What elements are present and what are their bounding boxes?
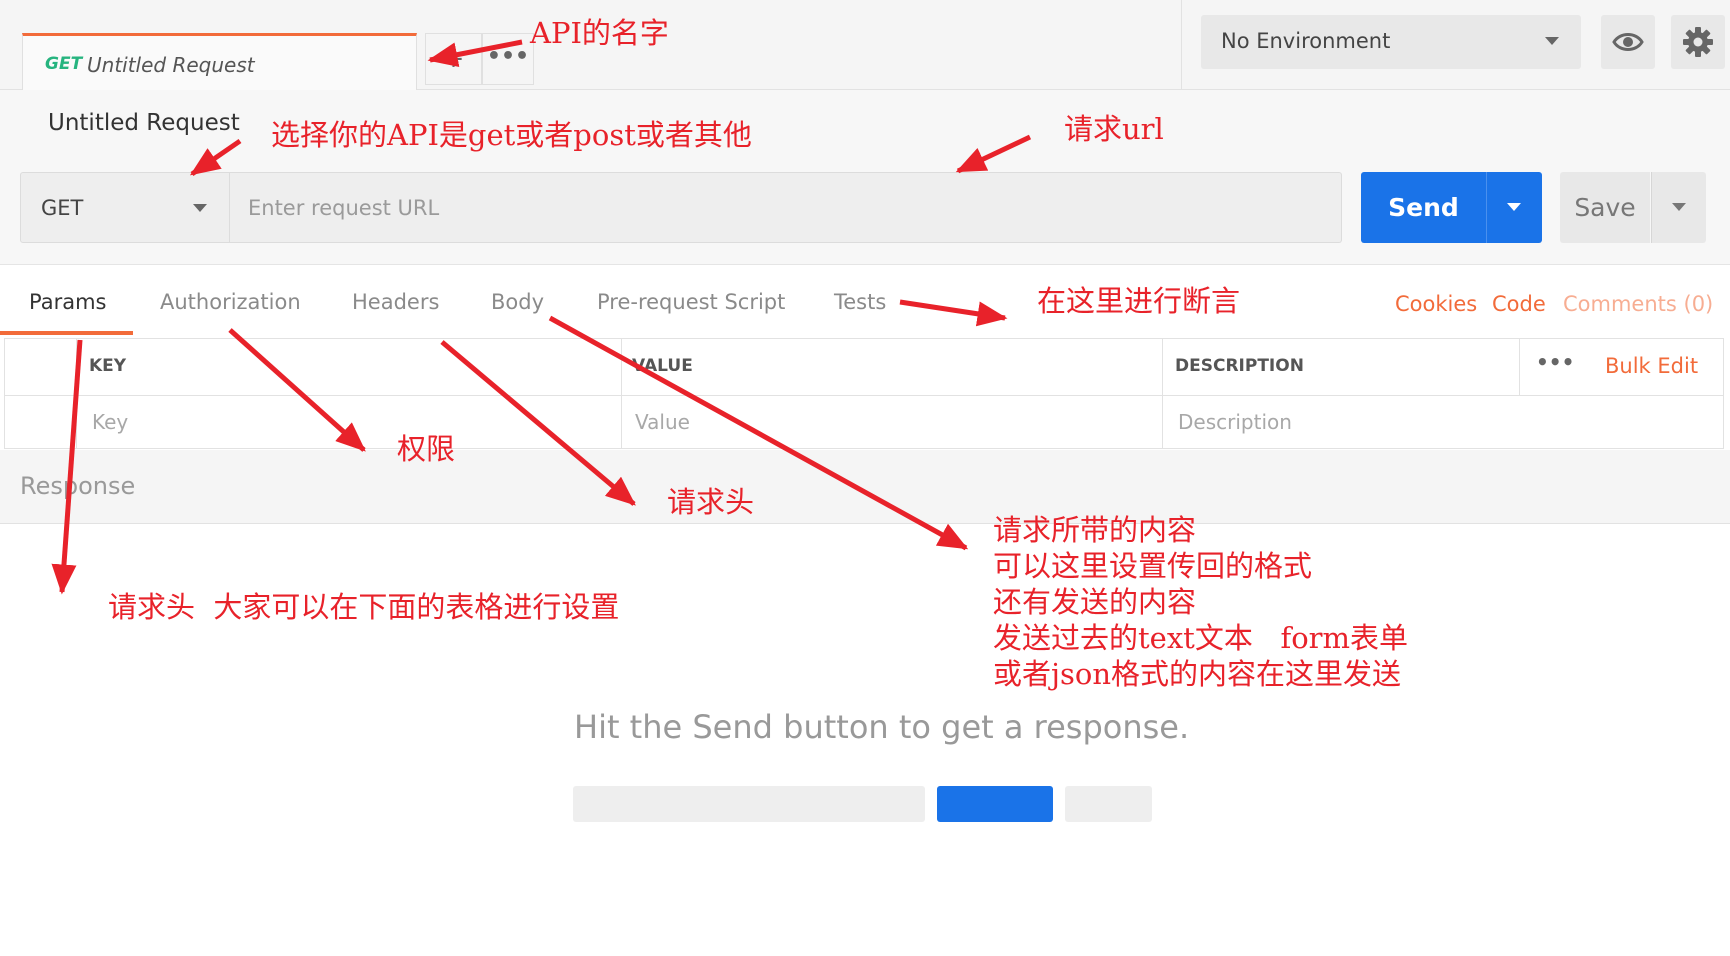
caret-down-icon	[1672, 203, 1686, 211]
annotation-api-name: API的名字	[530, 16, 669, 50]
table-column-divider	[621, 338, 622, 449]
tab-menu-button[interactable]: •••	[482, 33, 534, 85]
more-icon[interactable]: •••	[1536, 350, 1574, 374]
tab-authorization[interactable]: Authorization	[160, 290, 301, 314]
annotation-body-line: 发送过去的text文本 form表单	[993, 621, 1409, 655]
save-button[interactable]: Save	[1560, 172, 1650, 243]
annotation-arrow-icon	[899, 299, 1008, 327]
tab-tests[interactable]: Tests	[834, 290, 886, 314]
postman-window: GET Untitled Request + ••• No Environmen…	[0, 0, 1730, 956]
column-header-key: KEY	[89, 356, 127, 376]
skeleton-save-button	[1065, 786, 1152, 822]
tab-params[interactable]: Params	[29, 290, 107, 314]
tab-body[interactable]: Body	[491, 290, 544, 314]
gear-icon	[1683, 27, 1713, 57]
cookies-link[interactable]: Cookies	[1395, 292, 1477, 316]
table-column-divider	[76, 338, 77, 449]
eye-icon	[1612, 33, 1644, 51]
method-select[interactable]: GET	[20, 172, 230, 243]
annotation-body-line: 或者json格式的内容在这里发送	[993, 657, 1402, 691]
table-column-divider	[1162, 338, 1163, 449]
value-cell-input[interactable]: Value	[635, 410, 690, 434]
key-cell-input[interactable]: Key	[92, 410, 128, 434]
method-label: GET	[41, 196, 84, 220]
annotation-body-line: 还有发送的内容	[993, 585, 1197, 619]
annotation-body-line: 请求所带的内容	[993, 513, 1197, 547]
response-header	[0, 450, 1730, 524]
comments-link[interactable]: Comments (0)	[1563, 292, 1713, 316]
caret-down-icon	[1507, 203, 1521, 211]
annotation-body-line: 可以这里设置传回的格式	[993, 549, 1313, 583]
skeleton-send-button	[937, 786, 1053, 822]
tab-name-label: Untitled Request	[87, 53, 255, 77]
table-row-divider	[4, 395, 1724, 396]
save-options-button[interactable]	[1651, 172, 1706, 243]
annotation-body: 请求所带的内容 可以这里设置传回的格式 还有发送的内容 发送过去的text文本 …	[993, 512, 1408, 692]
annotation-assert: 在这里进行断言	[1037, 284, 1241, 318]
new-tab-button[interactable]: +	[425, 33, 482, 85]
bulk-edit-link[interactable]: Bulk Edit	[1605, 354, 1698, 378]
code-link[interactable]: Code	[1492, 292, 1546, 316]
tab-headers[interactable]: Headers	[352, 290, 439, 314]
response-hint: Hit the Send button to get a response.	[574, 708, 1190, 746]
response-label: Response	[20, 472, 136, 500]
tab-method-label: GET	[45, 54, 83, 74]
topbar-divider	[1181, 0, 1182, 90]
caret-down-icon	[1545, 37, 1559, 45]
annotation-url: 请求url	[1064, 112, 1164, 146]
request-title[interactable]: Untitled Request	[48, 110, 240, 136]
annotation-auth: 权限	[397, 432, 456, 466]
active-tab-indicator	[0, 331, 133, 335]
table-column-divider	[1519, 338, 1520, 395]
caret-down-icon	[193, 204, 207, 212]
settings-button[interactable]	[1671, 15, 1725, 69]
environment-quick-look-button[interactable]	[1601, 15, 1655, 69]
tab-pre-request-script[interactable]: Pre-request Script	[597, 290, 785, 314]
send-options-button[interactable]	[1486, 172, 1542, 243]
annotation-method: 选择你的API是get或者post或者其他	[271, 118, 752, 152]
column-header-description: DESCRIPTION	[1175, 356, 1304, 376]
annotation-params: 请求头 大家可以在下面的表格进行设置	[108, 590, 620, 624]
description-cell-input[interactable]: Description	[1178, 410, 1292, 434]
more-icon: •••	[486, 44, 530, 69]
send-button[interactable]: Send	[1361, 172, 1486, 243]
annotation-headers: 请求头	[667, 485, 755, 519]
request-tab[interactable]: GET Untitled Request	[22, 33, 417, 90]
environment-label: No Environment	[1221, 29, 1391, 53]
column-header-value: VALUE	[632, 356, 693, 376]
plus-icon: +	[442, 44, 465, 74]
environment-select[interactable]: No Environment	[1201, 15, 1581, 69]
skeleton-url-bar	[573, 786, 925, 822]
url-input[interactable]	[230, 172, 1342, 243]
params-table	[4, 338, 1724, 449]
